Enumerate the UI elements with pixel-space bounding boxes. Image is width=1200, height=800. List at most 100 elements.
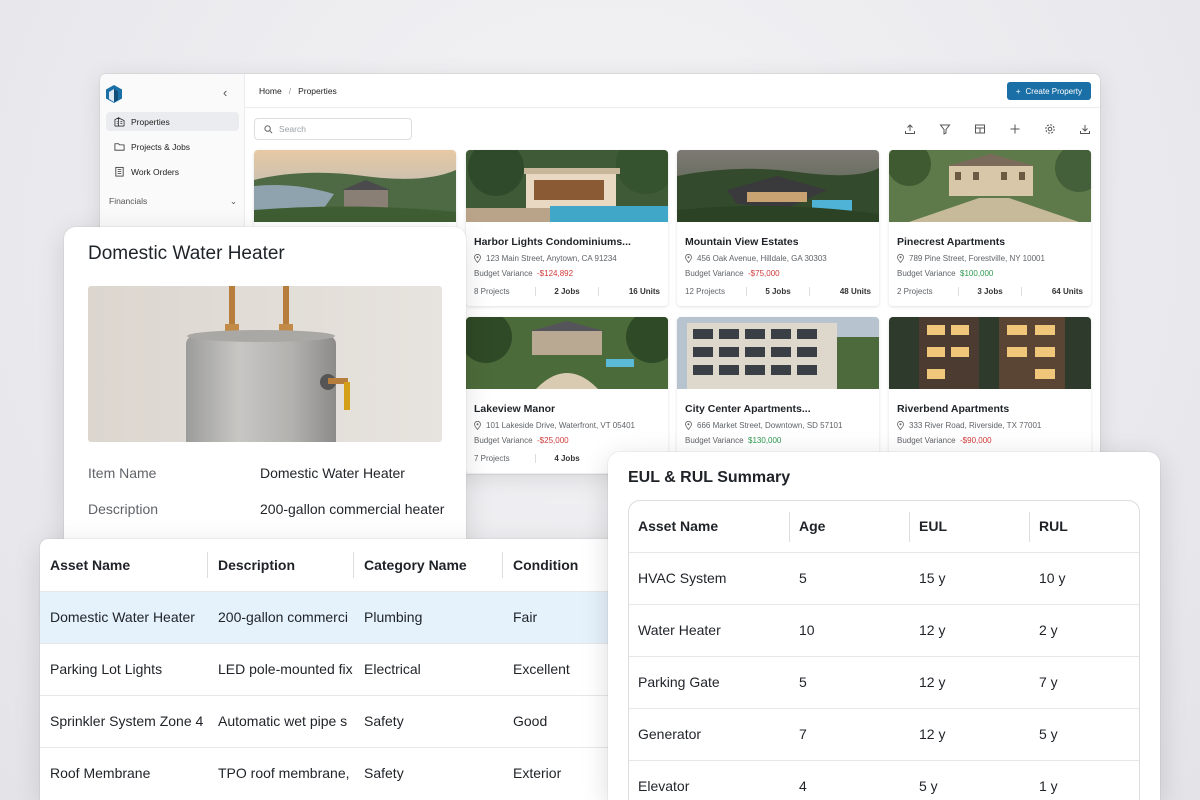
cell-description: TPO roof membrane, <box>208 746 354 799</box>
property-card[interactable]: Lakeview Manor 101 Lakeside Drive, Water… <box>466 317 668 473</box>
property-image <box>889 317 1091 389</box>
property-title[interactable]: Lakeview Manor <box>474 403 668 415</box>
eul-rul-summary-panel: EUL & RUL Summary Asset Name Age EUL RUL… <box>608 452 1160 800</box>
property-address: 123 Main Street, Anytown, CA 91234 <box>474 254 668 263</box>
budget-variance: Budget Variance $130,000 <box>685 436 782 445</box>
search-icon <box>264 124 273 133</box>
download-icon[interactable] <box>1075 121 1094 137</box>
cell-age: 10 <box>790 603 910 656</box>
cell-eul: 12 y <box>910 707 1030 760</box>
sidebar-item-properties[interactable]: Properties <box>106 112 239 131</box>
filter-icon[interactable] <box>935 121 954 137</box>
breadcrumb-current: Properties <box>298 85 337 96</box>
plus-icon[interactable] <box>1005 121 1024 137</box>
property-address: 666 Market Street, Downtown, SD 57101 <box>685 421 879 430</box>
cell-category: Electrical <box>354 642 503 695</box>
cell-asset-name: Water Heater <box>629 603 790 656</box>
upload-icon[interactable] <box>900 121 919 137</box>
column-header-category-name[interactable]: Category Name <box>354 539 503 591</box>
cell-asset-name: Parking Lot Lights <box>40 642 208 695</box>
settings-icon[interactable] <box>1040 121 1059 137</box>
property-title[interactable]: Harbor Lights Condominiums... <box>474 236 668 248</box>
cell-rul: 10 y <box>1030 551 1139 604</box>
asset-photo <box>88 286 442 442</box>
location-pin-icon <box>474 254 481 263</box>
table-row[interactable]: Domestic Water Heater 200-gallon commerc… <box>40 590 640 643</box>
table-row[interactable]: HVAC System 5 15 y 10 y <box>629 551 1139 604</box>
column-header-eul[interactable]: EUL <box>910 501 1030 552</box>
cell-asset-name: HVAC System <box>629 551 790 604</box>
columns-icon[interactable] <box>970 121 989 137</box>
sidebar-item-work-orders[interactable]: Work Orders <box>106 162 239 181</box>
property-stats: 12 Projects 5 Jobs 48 Units <box>685 286 871 296</box>
budget-variance: Budget Variance -$25,000 <box>474 436 569 445</box>
property-stats: 8 Projects 2 Jobs 16 Units <box>474 286 660 296</box>
clipboard-icon <box>115 166 124 177</box>
column-header-age[interactable]: Age <box>790 501 910 552</box>
toolbar <box>900 121 1094 137</box>
property-card[interactable]: Riverbend Apartments 333 River Road, Riv… <box>889 317 1091 473</box>
property-title[interactable]: Riverbend Apartments <box>897 403 1091 415</box>
cell-category: Plumbing <box>354 590 503 643</box>
description-label: Description <box>88 501 159 517</box>
table-row[interactable]: Parking Gate 5 12 y 7 y <box>629 655 1139 708</box>
asset-detail-panel: Domestic Water Heater Item Name Domestic… <box>64 227 466 557</box>
column-header-asset-name[interactable]: Asset Name <box>629 501 790 552</box>
collapse-sidebar-icon[interactable]: ‹ <box>223 85 227 100</box>
property-title[interactable]: Mountain View Estates <box>685 236 879 248</box>
budget-variance: Budget Variance -$90,000 <box>897 436 992 445</box>
cell-age: 5 <box>790 655 910 708</box>
property-card[interactable]: Pinecrest Apartments 789 Pine Street, Fo… <box>889 150 1091 306</box>
table-row[interactable]: Elevator 4 5 y 1 y <box>629 759 1139 800</box>
asset-detail-title: Domestic Water Heater <box>88 243 285 264</box>
chevron-down-icon: ⌄ <box>229 196 237 206</box>
sidebar-item-projects-jobs[interactable]: Projects & Jobs <box>106 137 239 156</box>
breadcrumb-home[interactable]: Home <box>259 86 282 96</box>
column-header-rul[interactable]: RUL <box>1030 501 1139 552</box>
budget-value: -$90,000 <box>960 436 992 445</box>
table-row[interactable]: Water Heater 10 12 y 2 y <box>629 603 1139 656</box>
property-card[interactable]: City Center Apartments... 666 Market Str… <box>677 317 879 473</box>
budget-variance: Budget Variance -$124,892 <box>474 269 574 278</box>
cell-asset-name: Sprinkler System Zone 4 <box>40 694 208 747</box>
cell-rul: 2 y <box>1030 603 1139 656</box>
budget-value: -$124,892 <box>537 269 574 278</box>
building-icon <box>114 117 125 127</box>
table-row[interactable]: Generator 7 12 y 5 y <box>629 707 1139 760</box>
property-card[interactable] <box>254 150 456 230</box>
budget-value: -$75,000 <box>748 269 780 278</box>
table-row[interactable]: Sprinkler System Zone 4 Automatic wet pi… <box>40 694 640 747</box>
cell-rul: 5 y <box>1030 707 1139 760</box>
property-image <box>889 150 1091 222</box>
property-card[interactable]: Harbor Lights Condominiums... 123 Main S… <box>466 150 668 306</box>
property-card[interactable]: Mountain View Estates 456 Oak Avenue, Hi… <box>677 150 879 306</box>
search-placeholder: Search <box>279 124 306 134</box>
cell-age: 5 <box>790 551 910 604</box>
property-address: 101 Lakeside Drive, Waterfront, VT 05401 <box>474 421 668 430</box>
budget-variance: Budget Variance -$75,000 <box>685 269 780 278</box>
property-image <box>677 150 879 222</box>
location-pin-icon <box>897 421 904 430</box>
column-header-asset-name[interactable]: Asset Name <box>40 539 208 591</box>
cell-rul: 7 y <box>1030 655 1139 708</box>
column-header-description[interactable]: Description <box>208 539 354 591</box>
cell-asset-name: Parking Gate <box>629 655 790 708</box>
breadcrumb-separator: / <box>288 85 292 96</box>
property-image <box>254 150 456 222</box>
location-pin-icon <box>685 254 692 263</box>
sidebar-section-financials[interactable]: Financials ⌄ <box>109 196 237 207</box>
cell-age: 7 <box>790 707 910 760</box>
property-title[interactable]: City Center Apartments... <box>685 403 879 415</box>
property-title[interactable]: Pinecrest Apartments <box>897 236 1091 248</box>
cell-description: Automatic wet pipe s <box>208 694 354 747</box>
table-row[interactable]: Roof Membrane TPO roof membrane, Safety … <box>40 746 640 799</box>
cell-asset-name: Roof Membrane <box>40 746 208 799</box>
location-pin-icon <box>685 421 692 430</box>
budget-value: $130,000 <box>748 436 782 445</box>
search-input[interactable]: Search <box>254 118 412 140</box>
table-row[interactable]: Parking Lot Lights LED pole-mounted fix … <box>40 642 640 695</box>
description-value: 200-gallon commercial heater <box>260 501 445 517</box>
property-address: 333 River Road, Riverside, TX 77001 <box>897 421 1091 430</box>
create-property-button[interactable]: + Create Property <box>1006 82 1091 100</box>
cell-eul: 5 y <box>910 759 1030 800</box>
